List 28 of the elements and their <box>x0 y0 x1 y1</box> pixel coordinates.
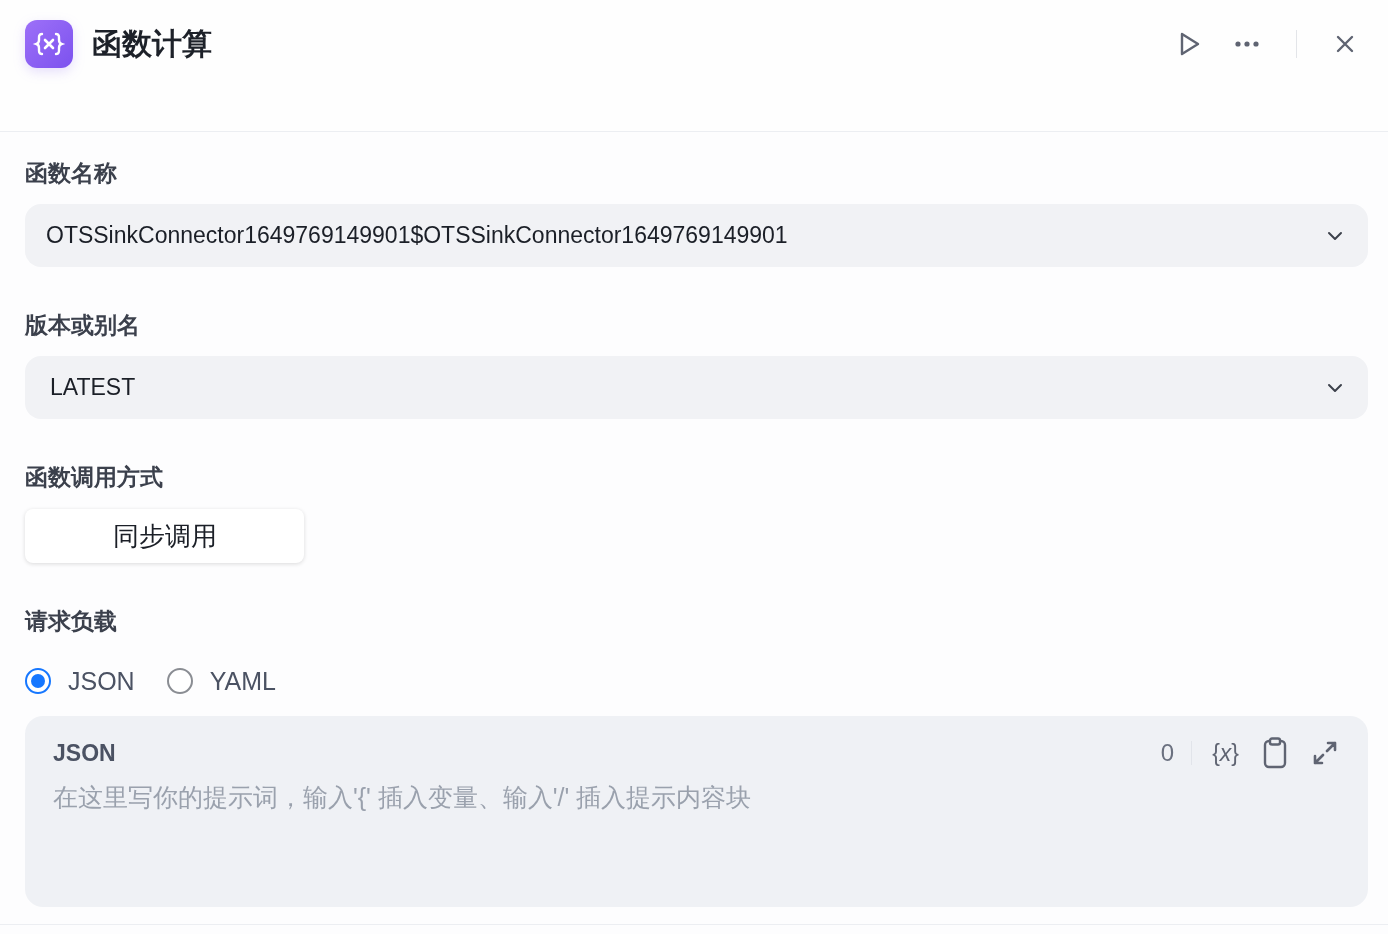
insert-variable-button[interactable]: {x} <box>1212 739 1239 767</box>
expand-button[interactable] <box>1312 740 1338 766</box>
close-icon <box>1336 35 1354 53</box>
function-logo-icon <box>25 20 73 68</box>
field-label: 请求负载 <box>25 607 117 636</box>
version-select[interactable]: LATEST <box>25 356 1368 419</box>
expand-icon <box>1312 740 1338 766</box>
prompt-editor[interactable]: JSON 0 {x} 在这里写你的提示词，输入'{' 插入变量、输入'/' 插入提示内容块 <box>25 716 1368 907</box>
prompt-field[interactable]: 在这里写你的提示词，输入'{' 插入变量、输入'/' 插入提示内容块 <box>53 780 1338 891</box>
clipboard-icon <box>1263 737 1287 769</box>
editor-title: JSON <box>53 739 116 767</box>
field-label: 函数名称 <box>25 159 117 188</box>
copy-button[interactable] <box>1263 737 1287 769</box>
run-button[interactable] <box>1180 32 1200 56</box>
character-count: 0 <box>1160 739 1175 767</box>
chevron-down-icon <box>1327 230 1343 241</box>
format-radio[interactable]: YAML <box>166 666 276 696</box>
field-label: 函数调用方式 <box>25 463 163 492</box>
more-icon <box>1235 41 1259 47</box>
field-label: 版本或别名 <box>25 311 140 340</box>
function-name-select[interactable]: OTSSinkConnector1649769149901$OTSSinkConnector1649769149901 <box>25 204 1368 267</box>
chevron-down-icon <box>1327 382 1343 393</box>
format-radio[interactable]: JSON <box>25 666 135 696</box>
invocation-mode-option[interactable]: 同步调用 <box>25 509 304 563</box>
close-button[interactable] <box>1336 35 1354 53</box>
play-icon <box>1180 32 1200 56</box>
more-button[interactable] <box>1235 41 1259 47</box>
panel-title: 函数计算 <box>92 26 212 62</box>
